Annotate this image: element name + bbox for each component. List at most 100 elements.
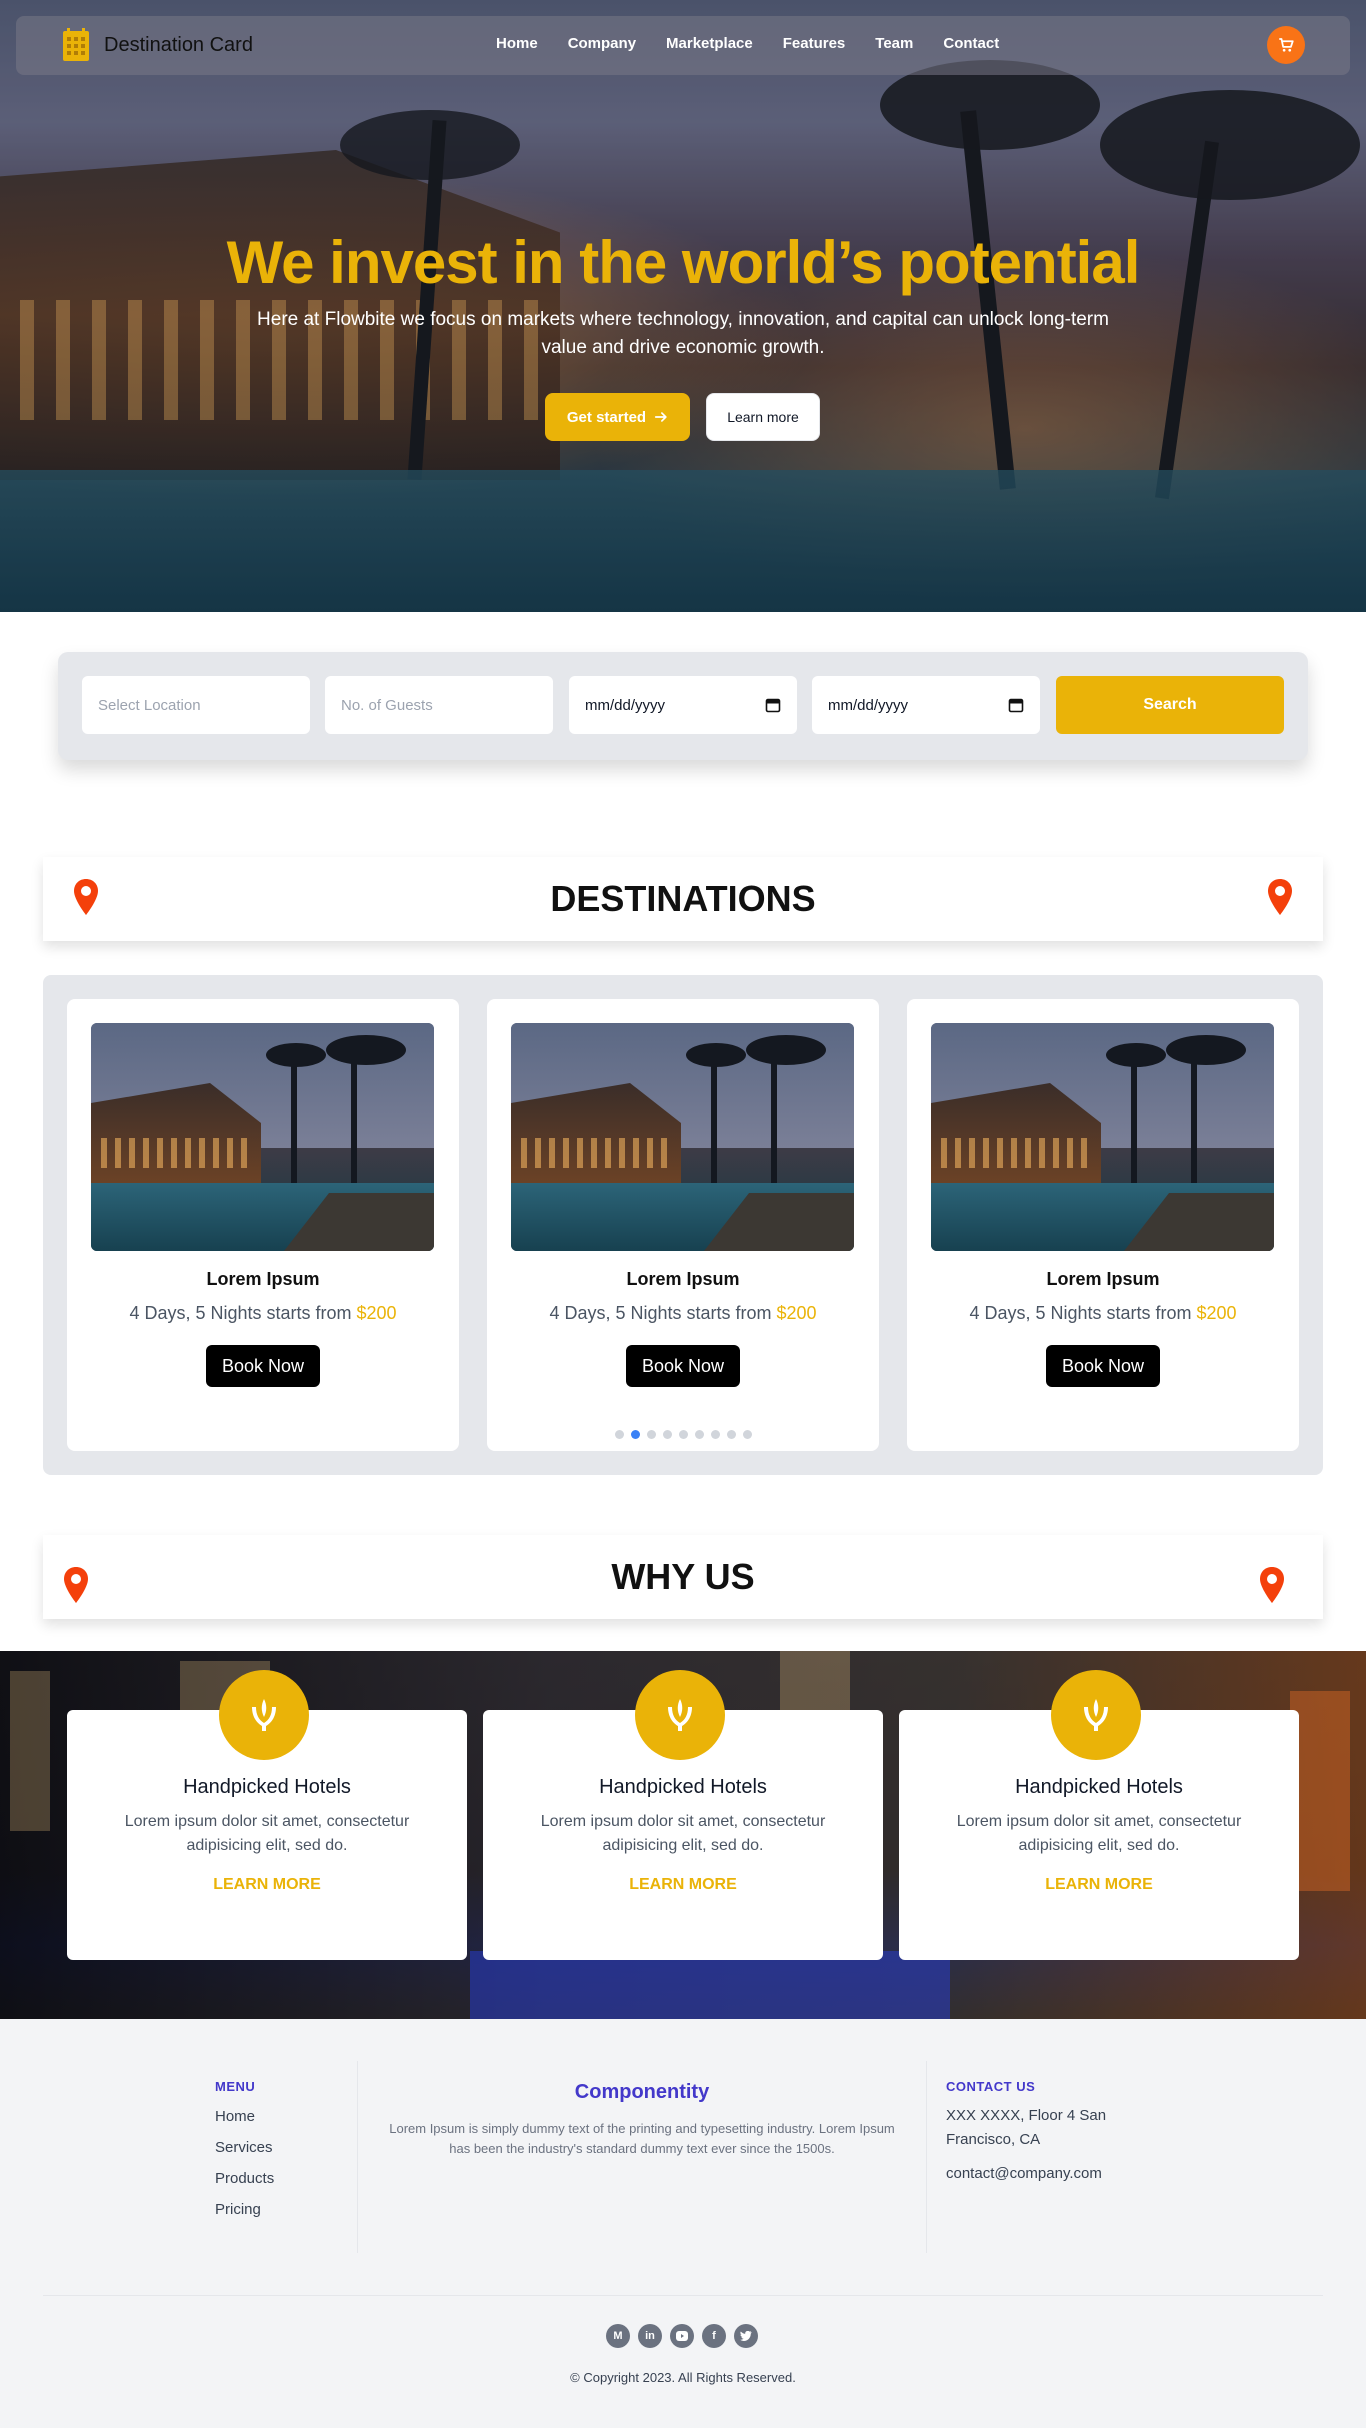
cart-button[interactable] <box>1267 26 1305 64</box>
destination-image <box>91 1023 434 1251</box>
learn-more-link[interactable]: LEARN MORE <box>899 1876 1299 1894</box>
destination-image <box>931 1023 1274 1251</box>
destination-description: 4 Days, 5 Nights starts from $200 <box>129 1303 397 1323</box>
copyright: © Copyright 2023. All Rights Reserved. <box>570 2370 796 2385</box>
arrow-right-icon <box>654 412 667 422</box>
destination-description: 4 Days, 5 Nights starts from $200 <box>549 1303 817 1323</box>
footer-contact: CONTACT US XXX XXXX, Floor 4 San Francis… <box>946 2079 1146 2186</box>
nav-links: Home Company Marketplace Features Team C… <box>496 35 1029 52</box>
destinations-carousel: Lorem Ipsum 4 Days, 5 Nights starts from… <box>43 975 1323 1475</box>
why-us-title: WHY US <box>611 1556 755 1597</box>
destination-name: Lorem Ipsum <box>626 1269 740 1289</box>
map-pin-icon <box>1260 1567 1284 1603</box>
hero-title: We invest in the world’s potential <box>226 229 1141 296</box>
why-card-text: Lorem ipsum dolor sit amet, consectetur … <box>124 1813 410 1854</box>
why-card-title: Handpicked Hotels <box>1015 1776 1183 1798</box>
footer-email[interactable]: contact@company.com <box>946 2162 1146 2186</box>
carousel-dot[interactable] <box>663 1430 672 1439</box>
brand-name: Destination Card <box>104 33 253 56</box>
social-links: M in f <box>606 2324 758 2348</box>
why-card-title: Handpicked Hotels <box>183 1776 351 1798</box>
carousel-dots <box>615 1430 752 1439</box>
hotel-emblem-icon <box>635 1670 725 1760</box>
destination-name: Lorem Ipsum <box>206 1269 320 1289</box>
facebook-icon[interactable]: f <box>702 2324 726 2348</box>
why-card-text: Lorem ipsum dolor sit amet, consectetur … <box>956 1813 1242 1854</box>
nav-link-features[interactable]: Features <box>783 35 846 52</box>
nav-link-contact[interactable]: Contact <box>943 35 999 52</box>
why-card-title: Handpicked Hotels <box>599 1776 767 1798</box>
footer-link-pricing[interactable]: Pricing <box>215 2201 274 2218</box>
twitter-icon[interactable] <box>734 2324 758 2348</box>
learn-more-link[interactable]: LEARN MORE <box>67 1876 467 1894</box>
destination-price: $200 <box>1196 1303 1237 1323</box>
brand[interactable]: Destination Card <box>60 28 253 62</box>
linkedin-icon[interactable]: in <box>638 2324 662 2348</box>
guests-input[interactable]: No. of Guests <box>325 676 553 734</box>
calendar-icon[interactable] <box>1008 697 1024 713</box>
hero-subtitle: Here at Flowbite we focus on markets whe… <box>257 309 1109 358</box>
destination-price: $200 <box>356 1303 397 1323</box>
carousel-dot[interactable] <box>711 1430 720 1439</box>
nav-link-marketplace[interactable]: Marketplace <box>666 35 753 52</box>
get-started-button[interactable]: Get started <box>545 393 690 441</box>
footer-brand: Componentity <box>574 2081 710 2103</box>
footer-contact-heading: CONTACT US <box>946 2079 1036 2094</box>
map-pin-icon <box>64 1567 88 1603</box>
location-input[interactable]: Select Location <box>82 676 310 734</box>
footer-address: XXX XXXX, Floor 4 San Francisco, CA <box>946 2107 1107 2148</box>
navbar: Destination Card Home Company Marketplac… <box>16 16 1350 75</box>
footer-rule <box>43 2295 1323 2296</box>
learn-more-button[interactable]: Learn more <box>706 393 820 441</box>
cart-icon <box>1279 38 1294 52</box>
carousel-dot[interactable] <box>647 1430 656 1439</box>
checkout-date-value: mm/dd/yyyy <box>828 696 909 714</box>
medium-icon[interactable]: M <box>606 2324 630 2348</box>
get-started-label: Get started <box>566 408 647 426</box>
destination-description: 4 Days, 5 Nights starts from $200 <box>969 1303 1237 1323</box>
destination-name: Lorem Ipsum <box>1046 1269 1160 1289</box>
carousel-dot[interactable] <box>695 1430 704 1439</box>
nav-link-company[interactable]: Company <box>568 35 636 52</box>
book-now-button[interactable]: Book Now <box>1046 1345 1160 1387</box>
book-now-button[interactable]: Book Now <box>206 1345 320 1387</box>
destination-card: Lorem Ipsum 4 Days, 5 Nights starts from… <box>67 999 459 1451</box>
footer-about: Lorem Ipsum is simply dummy text of the … <box>389 2121 895 2156</box>
building-icon <box>63 28 89 61</box>
carousel-dot[interactable] <box>679 1430 688 1439</box>
search-button[interactable]: Search <box>1056 676 1284 734</box>
footer-link-services[interactable]: Services <box>215 2139 274 2156</box>
hotel-emblem-icon <box>219 1670 309 1760</box>
carousel-dot[interactable] <box>727 1430 736 1439</box>
hotel-emblem-icon <box>1051 1670 1141 1760</box>
book-now-button[interactable]: Book Now <box>626 1345 740 1387</box>
youtube-icon[interactable] <box>670 2324 694 2348</box>
learn-more-link[interactable]: LEARN MORE <box>483 1876 883 1894</box>
carousel-dot[interactable] <box>743 1430 752 1439</box>
destination-price: $200 <box>776 1303 817 1323</box>
footer-menu: MENU Home Services Products Pricing <box>215 2079 274 2218</box>
destinations-header: DESTINATIONS <box>43 857 1323 941</box>
destination-image <box>511 1023 854 1251</box>
footer-link-home[interactable]: Home <box>215 2108 274 2125</box>
carousel-dot[interactable] <box>631 1430 640 1439</box>
why-card-text: Lorem ipsum dolor sit amet, consectetur … <box>540 1813 826 1854</box>
destination-card: Lorem Ipsum 4 Days, 5 Nights starts from… <box>487 999 879 1451</box>
nav-link-home[interactable]: Home <box>496 35 538 52</box>
calendar-icon[interactable] <box>765 697 781 713</box>
carousel-dot[interactable] <box>615 1430 624 1439</box>
search-bar: Select Location No. of Guests mm/dd/yyyy… <box>58 652 1308 760</box>
nav-link-team[interactable]: Team <box>875 35 913 52</box>
checkout-date-input[interactable]: mm/dd/yyyy <box>812 676 1040 734</box>
why-us-header: WHY US <box>43 1535 1323 1619</box>
map-pin-icon <box>1268 879 1292 915</box>
checkin-date-input[interactable]: mm/dd/yyyy <box>569 676 797 734</box>
footer-divider <box>926 2061 927 2253</box>
footer-menu-heading: MENU <box>215 2079 256 2094</box>
footer: MENU Home Services Products Pricing Comp… <box>0 2019 1366 2428</box>
map-pin-icon <box>74 879 98 915</box>
destination-card: Lorem Ipsum 4 Days, 5 Nights starts from… <box>907 999 1299 1451</box>
destinations-title: DESTINATIONS <box>550 878 816 919</box>
checkin-date-value: mm/dd/yyyy <box>585 696 666 714</box>
footer-link-products[interactable]: Products <box>215 2170 274 2187</box>
